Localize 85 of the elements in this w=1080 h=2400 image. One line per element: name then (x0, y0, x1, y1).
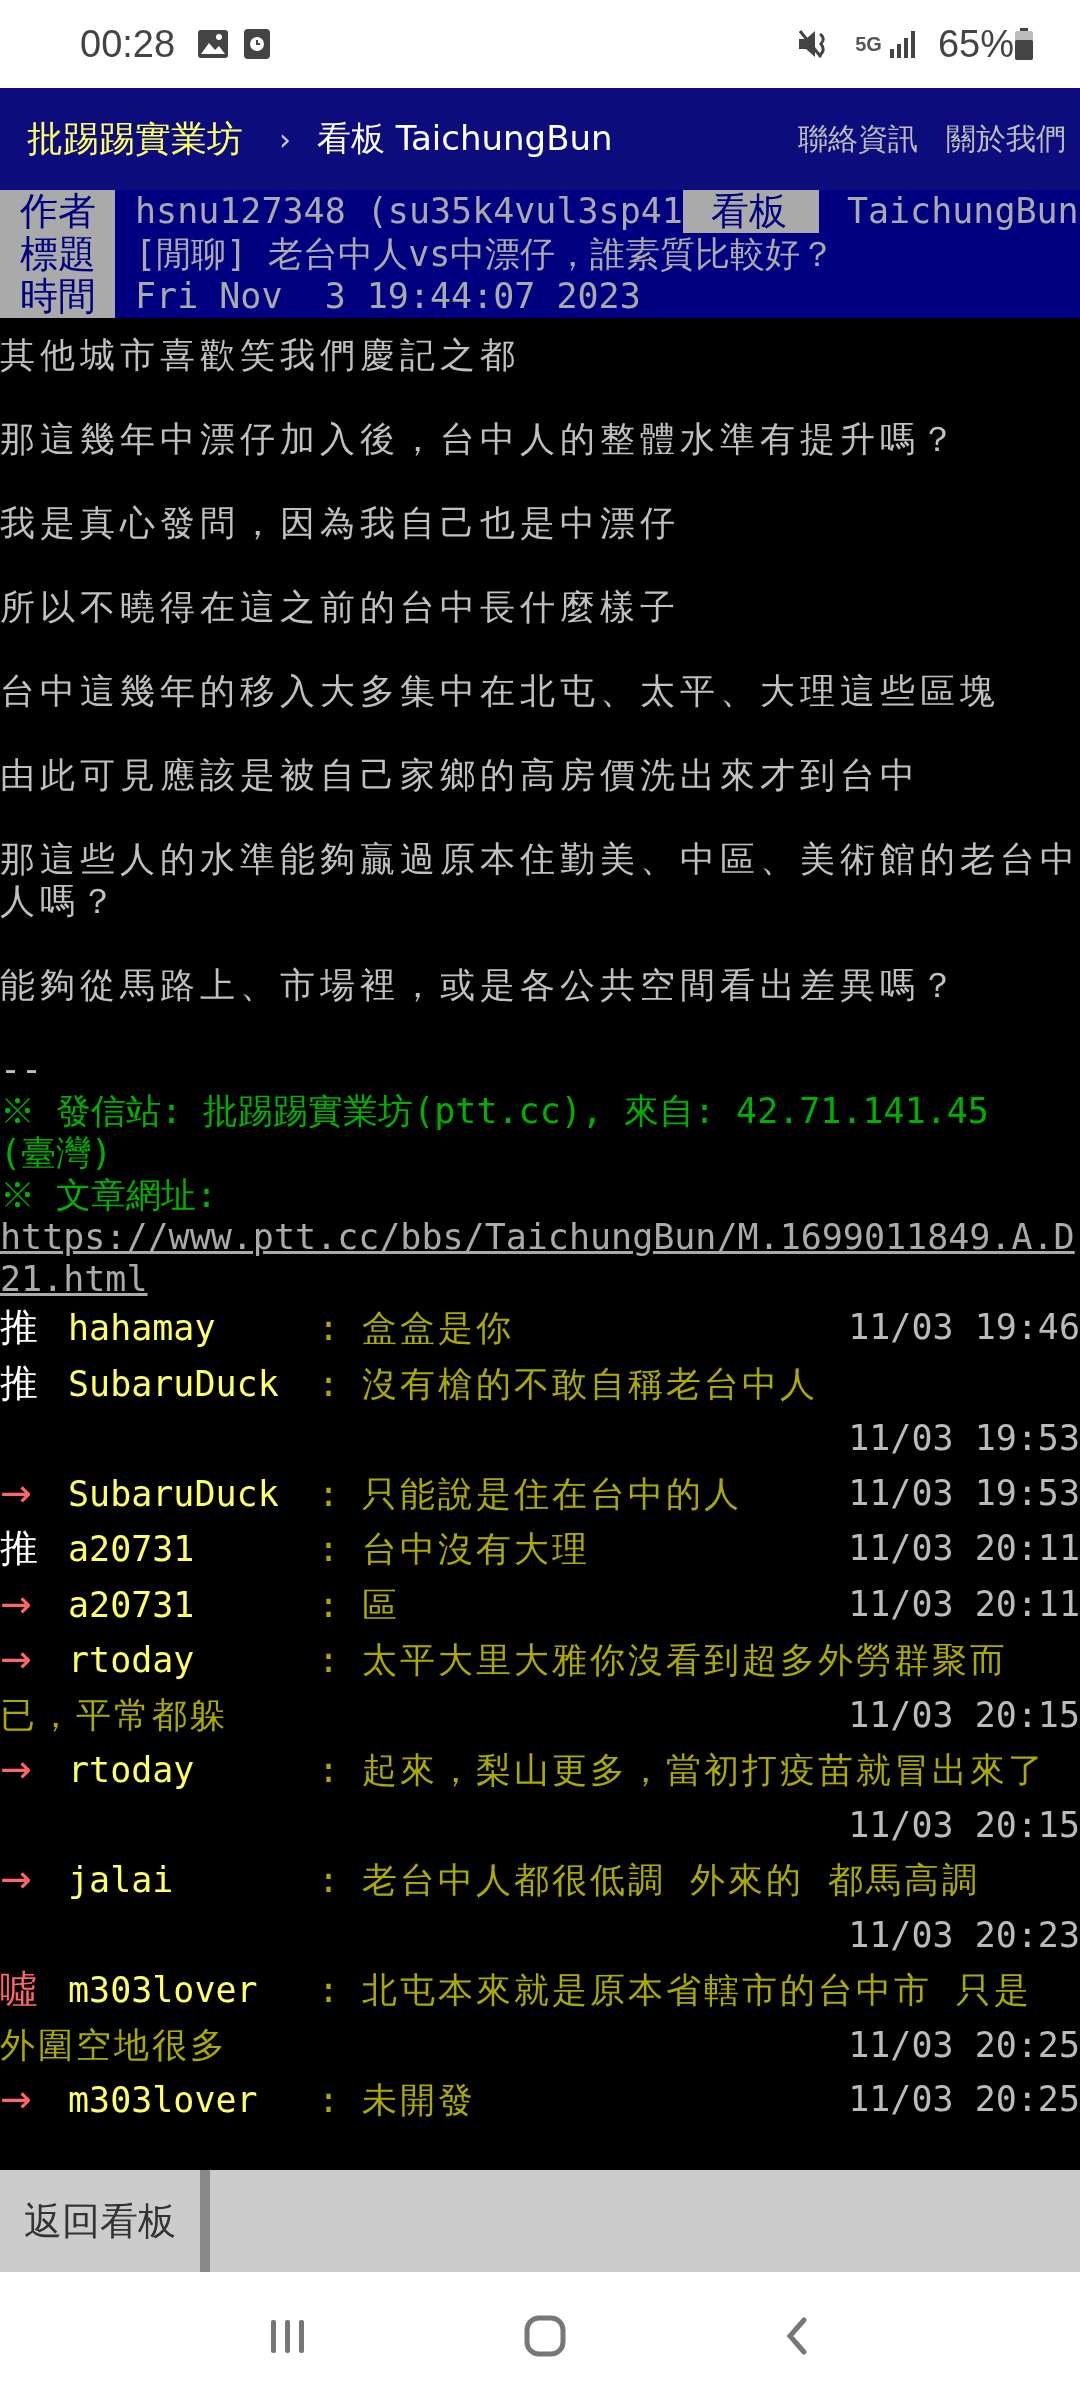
comment-time: 11/03 19:46 (847, 1306, 1080, 1350)
comment-tag: 噓 (0, 1962, 68, 2017)
body-paragraph: 由此可見應該是被自己家鄉的高房價洗出來才到台中 (0, 754, 921, 797)
signature-line: ※ 文章網址: (0, 1174, 219, 1217)
meta-label: 時間 (0, 275, 115, 319)
comment-user: rtoday (68, 1749, 196, 1793)
signature-line: ※ 發信站: 批踢踢實業坊(ptt.cc), 來自: 42.71.141.45 (臺灣) (0, 1090, 990, 1175)
comment-time: 11/03 19:53 (847, 1417, 1080, 1461)
comment-text: 起來，梨山更多，當初打疫苗就冒出來了 (362, 1750, 1046, 1791)
comment-time: 11/03 20:11 (847, 1582, 1080, 1626)
body-paragraph: 其他城市喜歡笑我們慶記之都 (0, 334, 521, 377)
comment-text: 沒有槍的不敢自稱老台中人 (362, 1363, 818, 1404)
comment-user: m303lover (68, 1969, 259, 2013)
comment-text: 未開發 (362, 2080, 476, 2121)
meta-value: hsnu127348 (su35k4vul3sp41 (135, 190, 683, 233)
comment-separator: : (318, 2079, 341, 2123)
image-icon (197, 29, 230, 59)
signal-icon (887, 29, 918, 59)
comment-separator: : (318, 1472, 341, 1516)
comment-user: a20731 (68, 1528, 196, 1572)
comment-text: 老台中人都很低調 外來的 都馬高調 (362, 1860, 981, 1901)
body-paragraph: 我是真心發問，因為我自己也是中漂仔 (0, 502, 681, 545)
comment-time: 11/03 20:23 (847, 1913, 1080, 1957)
comment-text: 已，平常都躲 (0, 1694, 228, 1735)
comment-time: 11/03 20:25 (847, 2078, 1080, 2122)
comment-user: rtoday (68, 1639, 196, 1683)
comment-text: 太平大里大雅你沒看到超多外勞群聚而 (362, 1640, 1008, 1681)
comment-user: hahamay (68, 1307, 217, 1351)
meta-label: 看板 (682, 190, 819, 233)
comment-separator: : (318, 1528, 341, 1572)
battery-percent: 65% (937, 22, 1014, 66)
comment-separator: : (318, 1969, 341, 2013)
comment-text: 台中沒有大理 (362, 1529, 590, 1570)
clock-time: 00:28 (80, 22, 176, 66)
comment-text: 盒盒是你 (362, 1308, 514, 1349)
comment-time: 11/03 20:15 (847, 1803, 1080, 1847)
nav-link[interactable]: 關於我們 (946, 118, 1066, 160)
comment-text: 區 (362, 1584, 400, 1625)
comment-text: 只能說是住在台中的人 (362, 1473, 742, 1514)
meta-value: [閒聊] 老台中人vs中漂仔，誰素質比較好？ (135, 232, 836, 276)
comment-separator: : (318, 1362, 341, 1406)
site-logo[interactable]: 批踢踢實業坊 (27, 114, 243, 164)
comment-time: 11/03 20:11 (847, 1527, 1080, 1571)
article-link[interactable]: https://www.ptt.cc/bbs/TaichungBun/M.1699011849.A.D21.html (0, 1216, 1080, 1301)
meta-label: 作者 (0, 190, 115, 233)
comment-time: 11/03 20:15 (847, 1693, 1080, 1737)
comment-time: 11/03 20:25 (847, 2023, 1080, 2067)
comment-user: SubaruDuck (68, 1472, 280, 1516)
body-paragraph: 那這幾年中漂仔加入後，台中人的整體水準有提升嗎？ (0, 418, 961, 461)
comment-separator: : (318, 1583, 341, 1627)
comment-separator: : (318, 1639, 341, 1683)
comment-separator: : (318, 1307, 341, 1351)
comment-user: SubaruDuck (68, 1362, 280, 1406)
body-paragraph: 台中這幾年的移入大多集中在北屯、太平、大理這些區塊 (0, 670, 1001, 713)
battery-icon (1014, 27, 1034, 61)
board-link[interactable]: 看板 TaichungBun (317, 116, 770, 162)
comment-time: 11/03 19:53 (847, 1471, 1080, 1515)
body-paragraph: 那這些人的水準能夠贏過原本住勤美、中區、美術館的老台中人嗎？ (0, 838, 1080, 923)
comment-text: 北屯本來就是原本省轄市的台中市 只是 (362, 1970, 1033, 2011)
comment-tag: → (0, 1852, 68, 1907)
comment-user: a20731 (68, 1583, 196, 1627)
signature-separator: -- (0, 1048, 44, 1091)
comment-tag: → (0, 2072, 68, 2127)
nav-link[interactable]: 聯絡資訊 (798, 118, 918, 160)
body-paragraph: 能夠從馬路上、市場裡，或是各公共空間看出差異嗎？ (0, 964, 961, 1007)
comment-separator: : (318, 1859, 341, 1903)
body-paragraph: 所以不曉得在這之前的台中長什麼樣子 (0, 586, 681, 629)
comment-user: m303lover (68, 2079, 259, 2123)
network-label: 5G (855, 34, 882, 54)
comment-tag: 推 (0, 1300, 68, 1355)
comment-tag: → (0, 1742, 68, 1797)
comment-text: 外圍空地很多 (0, 2024, 228, 2065)
meta-value: TaichungBun (846, 190, 1079, 233)
comment-tag: 推 (0, 1521, 68, 1576)
comment-user: jalai (68, 1859, 175, 1903)
comment-tag: → (0, 1632, 68, 1687)
meta-label: 標題 (0, 232, 115, 276)
comment-tag: → (0, 1576, 68, 1632)
breadcrumb-separator: › (279, 121, 291, 157)
comment-tag: → (0, 1465, 68, 1521)
comment-tag: 推 (0, 1355, 68, 1411)
clock-icon (243, 28, 272, 60)
comment-separator: : (318, 1749, 341, 1793)
home-icon[interactable] (523, 2314, 567, 2358)
meta-value: Fri Nov 3 19:44:07 2023 (135, 275, 641, 319)
